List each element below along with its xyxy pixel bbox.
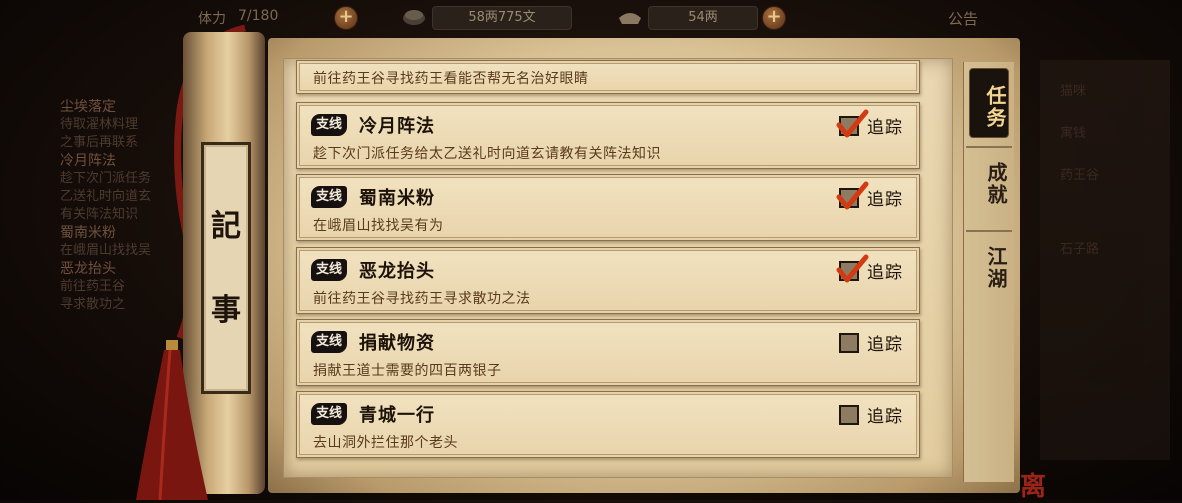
- tab-achievements[interactable]: 成就: [969, 162, 1009, 206]
- background-side-panel: 猫咪 寓钱 药王谷 石子路: [1040, 60, 1170, 460]
- bg-side-text: 寓钱: [1060, 126, 1087, 141]
- quest-card[interactable]: 支线 青城一行 去山洞外拦住那个老头 追踪: [296, 391, 920, 458]
- quest-description: 前往药王谷寻找药王寻求散功之法: [313, 291, 531, 307]
- tab-divider: [966, 230, 1012, 232]
- quest-title: 冷月阵法: [359, 116, 435, 137]
- add-stamina-button[interactable]: +: [334, 6, 358, 30]
- track-label[interactable]: 追踪: [867, 402, 903, 427]
- quest-description: 前往药王谷寻找药王看能否帮无名治好眼睛: [313, 71, 589, 87]
- notice-button[interactable]: 公告: [948, 8, 978, 29]
- silver-amount: 54两: [648, 6, 758, 30]
- copper-amount: 58两775文: [432, 6, 572, 30]
- scroll-title-char: 事: [211, 293, 241, 328]
- quest-card[interactable]: 前往药王谷寻找药王看能否帮无名治好眼睛: [296, 60, 920, 94]
- bg-side-text: 药王谷: [1060, 168, 1100, 183]
- add-silver-button[interactable]: +: [762, 6, 786, 30]
- category-tabs: 任务 成就 江湖: [963, 62, 1014, 482]
- bg-side-text: 猫咪: [1060, 84, 1087, 99]
- track-label[interactable]: 追踪: [867, 185, 903, 210]
- tab-quests[interactable]: 任务: [969, 68, 1009, 138]
- track-checkbox[interactable]: [839, 405, 859, 425]
- track-checkbox[interactable]: [839, 333, 859, 353]
- quest-title: 恶龙抬头: [359, 261, 435, 282]
- quest-description: 趁下次门派任务给太乙送礼时向道玄请教有关阵法知识: [313, 146, 661, 162]
- silver-ingot-icon: [619, 13, 641, 24]
- tassel-icon: [136, 340, 208, 500]
- checkmark-icon: [836, 254, 869, 283]
- track-label[interactable]: 追踪: [867, 113, 903, 138]
- tab-jianghu[interactable]: 江湖: [969, 246, 1009, 290]
- track-label[interactable]: 追踪: [867, 258, 903, 283]
- quest-title: 青城一行: [359, 405, 435, 426]
- quest-description: 去山洞外拦住那个老头: [313, 435, 458, 451]
- quest-card[interactable]: 支线 恶龙抬头 前往药王谷寻找药王寻求散功之法 追踪: [296, 247, 920, 314]
- branch-quest-tag: 支线: [311, 403, 347, 425]
- branch-quest-tag: 支线: [311, 186, 347, 208]
- branch-quest-tag: 支线: [311, 331, 347, 353]
- copper-coins-icon: [403, 10, 425, 25]
- track-label[interactable]: 追踪: [867, 330, 903, 355]
- quest-title: 蜀南米粉: [359, 188, 435, 209]
- quest-title: 捐献物资: [359, 333, 435, 354]
- bg-side-text: 石子路: [1060, 242, 1100, 257]
- quest-card[interactable]: 支线 冷月阵法 趁下次门派任务给太乙送礼时向道玄请教有关阵法知识 追踪: [296, 102, 920, 169]
- quest-card[interactable]: 支线 蜀南米粉 在峨眉山找找吴有为 追踪: [296, 174, 920, 241]
- tab-divider: [966, 146, 1012, 148]
- checkmark-icon: [836, 109, 869, 138]
- quest-description: 在峨眉山找找吴有为: [313, 218, 444, 234]
- game-logo: 离: [1020, 472, 1047, 502]
- scroll-title-char: 記: [211, 209, 241, 244]
- quest-description: 捐献王道士需要的四百两银子: [313, 363, 502, 379]
- checkmark-icon: [836, 181, 869, 210]
- branch-quest-tag: 支线: [311, 114, 347, 136]
- quest-card[interactable]: 支线 捐献物资 捐献王道士需要的四百两银子 追踪: [296, 319, 920, 386]
- branch-quest-tag: 支线: [311, 259, 347, 281]
